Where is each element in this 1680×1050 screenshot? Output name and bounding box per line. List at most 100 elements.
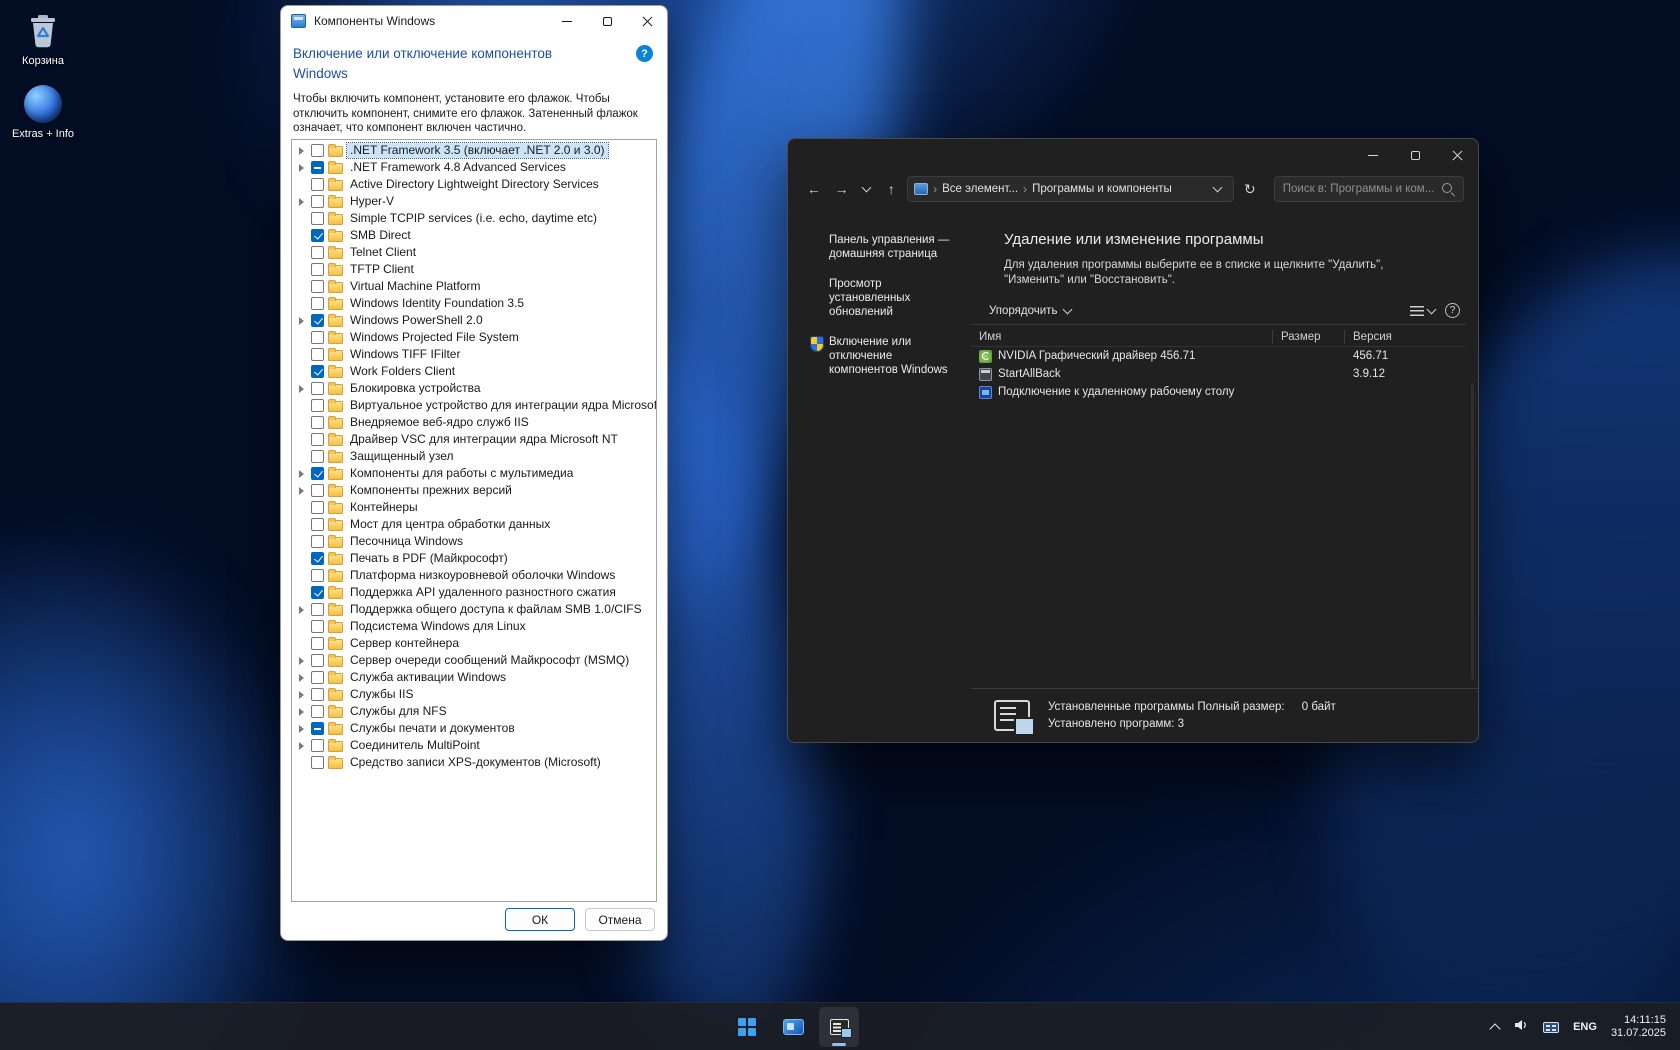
feature-item[interactable]: Виртуальное устройство для интеграции яд… — [292, 397, 656, 414]
expand-icon[interactable] — [297, 707, 307, 717]
feature-item[interactable]: Службы для NFS — [292, 703, 656, 720]
feature-checkbox[interactable] — [311, 586, 324, 599]
feature-item[interactable]: Active Directory Lightweight Directory S… — [292, 176, 656, 193]
feature-item[interactable]: Службы печати и документов — [292, 720, 656, 737]
feature-item[interactable]: Мост для центра обработки данных — [292, 516, 656, 533]
feature-item[interactable]: Защищенный узел — [292, 448, 656, 465]
feature-checkbox[interactable] — [311, 552, 324, 565]
feature-item[interactable]: Песочница Windows — [292, 533, 656, 550]
feature-item[interactable]: Драйвер VSC для интеграции ядра Microsof… — [292, 431, 656, 448]
feature-item[interactable]: Компоненты прежних версий — [292, 482, 656, 499]
clock[interactable]: 14:11:15 31.07.2025 — [1611, 1014, 1666, 1040]
feature-checkbox[interactable] — [311, 297, 324, 310]
table-row[interactable]: Подключение к удаленному рабочему столу — [971, 383, 1466, 401]
sidebar-item[interactable]: Включение или отключение компонентов Win… — [829, 335, 961, 377]
expand-icon[interactable] — [297, 690, 307, 700]
feature-checkbox[interactable] — [311, 399, 324, 412]
feature-checkbox[interactable] — [311, 688, 324, 701]
expand-icon[interactable] — [297, 741, 307, 751]
feature-checkbox[interactable] — [311, 331, 324, 344]
minimize-button[interactable] — [1352, 139, 1394, 171]
feature-checkbox[interactable] — [311, 212, 324, 225]
feature-item[interactable]: Telnet Client — [292, 244, 656, 261]
feature-checkbox[interactable] — [311, 263, 324, 276]
search-input[interactable] — [1283, 183, 1442, 195]
feature-item[interactable]: Virtual Machine Platform — [292, 278, 656, 295]
feature-checkbox[interactable] — [311, 365, 324, 378]
feature-checkbox[interactable] — [311, 637, 324, 650]
scrollbar[interactable] — [1471, 383, 1474, 680]
address-dropdown-icon[interactable] — [1209, 176, 1227, 202]
feature-checkbox[interactable] — [311, 433, 324, 446]
expand-icon[interactable] — [297, 724, 307, 734]
up-icon[interactable]: ↑ — [879, 176, 903, 202]
minimize-button[interactable] — [547, 6, 587, 36]
feature-item[interactable]: Windows Identity Foundation 3.5 — [292, 295, 656, 312]
taskbar-app-programs-and-features[interactable] — [819, 1007, 859, 1047]
column-header-size[interactable]: Размер — [1273, 330, 1345, 344]
feature-checkbox[interactable] — [311, 229, 324, 242]
hidden-icons-chevron-icon[interactable] — [1489, 1023, 1500, 1034]
expand-icon[interactable] — [297, 486, 307, 496]
feature-checkbox[interactable] — [311, 739, 324, 752]
refresh-icon[interactable]: ↻ — [1238, 176, 1262, 202]
feature-item[interactable]: Службы IIS — [292, 686, 656, 703]
feature-checkbox[interactable] — [311, 501, 324, 514]
feature-item[interactable]: TFTP Client — [292, 261, 656, 278]
feature-item[interactable]: Средство записи XPS-документов (Microsof… — [292, 754, 656, 771]
column-header-name[interactable]: Имя — [971, 330, 1273, 344]
expand-icon[interactable] — [297, 197, 307, 207]
feature-item[interactable]: .NET Framework 4.8 Advanced Services — [292, 159, 656, 176]
feature-item[interactable]: Windows Projected File System — [292, 329, 656, 346]
recent-locations-icon[interactable] — [858, 176, 876, 202]
language-indicator[interactable]: ENG — [1573, 1021, 1597, 1033]
expand-icon[interactable] — [297, 163, 307, 173]
feature-checkbox[interactable] — [311, 467, 324, 480]
feature-checkbox[interactable] — [311, 144, 324, 157]
column-header-version[interactable]: Версия — [1345, 330, 1461, 344]
touch-keyboard-icon[interactable] — [1543, 1022, 1559, 1033]
feature-checkbox[interactable] — [311, 756, 324, 769]
feature-item[interactable]: Компоненты для работы с мультимедиа — [292, 465, 656, 482]
feature-checkbox[interactable] — [311, 450, 324, 463]
expand-icon[interactable] — [297, 605, 307, 615]
feature-checkbox[interactable] — [311, 535, 324, 548]
start-button[interactable] — [727, 1007, 767, 1047]
address-bar[interactable]: ›Все элемент...›Программы и компоненты — [907, 176, 1234, 202]
feature-checkbox[interactable] — [311, 161, 324, 174]
feature-checkbox[interactable] — [311, 280, 324, 293]
breadcrumb-item[interactable]: Все элемент... — [942, 183, 1018, 195]
back-icon[interactable]: ← — [802, 176, 826, 202]
breadcrumb-item[interactable]: Программы и компоненты — [1032, 183, 1172, 195]
feature-checkbox[interactable] — [311, 314, 324, 327]
feature-item[interactable]: Служба активации Windows — [292, 669, 656, 686]
help-icon[interactable]: ? — [1445, 303, 1460, 318]
feature-checkbox[interactable] — [311, 178, 324, 191]
feature-checkbox[interactable] — [311, 671, 324, 684]
sidebar-item[interactable]: Панель управления — домашняя страница — [829, 233, 961, 261]
feature-item[interactable]: Work Folders Client — [292, 363, 656, 380]
expand-icon[interactable] — [297, 673, 307, 683]
close-button[interactable] — [1436, 139, 1478, 171]
feature-checkbox[interactable] — [311, 382, 324, 395]
feature-item[interactable]: SMB Direct — [292, 227, 656, 244]
feature-checkbox[interactable] — [311, 620, 324, 633]
feature-checkbox[interactable] — [311, 484, 324, 497]
feature-item[interactable]: Контейнеры — [292, 499, 656, 516]
feature-item[interactable]: Печать в PDF (Майкрософт) — [292, 550, 656, 567]
volume-icon[interactable] — [1513, 1017, 1529, 1038]
desktop-icon-recycle-bin[interactable]: Корзина — [6, 10, 80, 67]
feature-item[interactable]: Поддержка общего доступа к файлам SMB 1.… — [292, 601, 656, 618]
taskbar-app-control-panel[interactable] — [773, 1007, 813, 1047]
maximize-button[interactable] — [587, 6, 627, 36]
feature-item[interactable]: Поддержка API удаленного разностного сжа… — [292, 584, 656, 601]
sidebar-item[interactable]: Просмотр установленных обновлений — [829, 277, 961, 319]
feature-checkbox[interactable] — [311, 603, 324, 616]
change-view-button[interactable] — [1410, 306, 1435, 316]
forward-icon[interactable]: → — [830, 176, 854, 202]
feature-checkbox[interactable] — [311, 518, 324, 531]
maximize-button[interactable] — [1394, 139, 1436, 171]
ok-button[interactable]: ОК — [505, 908, 575, 931]
feature-item[interactable]: Платформа низкоуровневой оболочки Window… — [292, 567, 656, 584]
table-row[interactable]: NVIDIA Графический драйвер 456.71456.71 — [971, 347, 1466, 365]
